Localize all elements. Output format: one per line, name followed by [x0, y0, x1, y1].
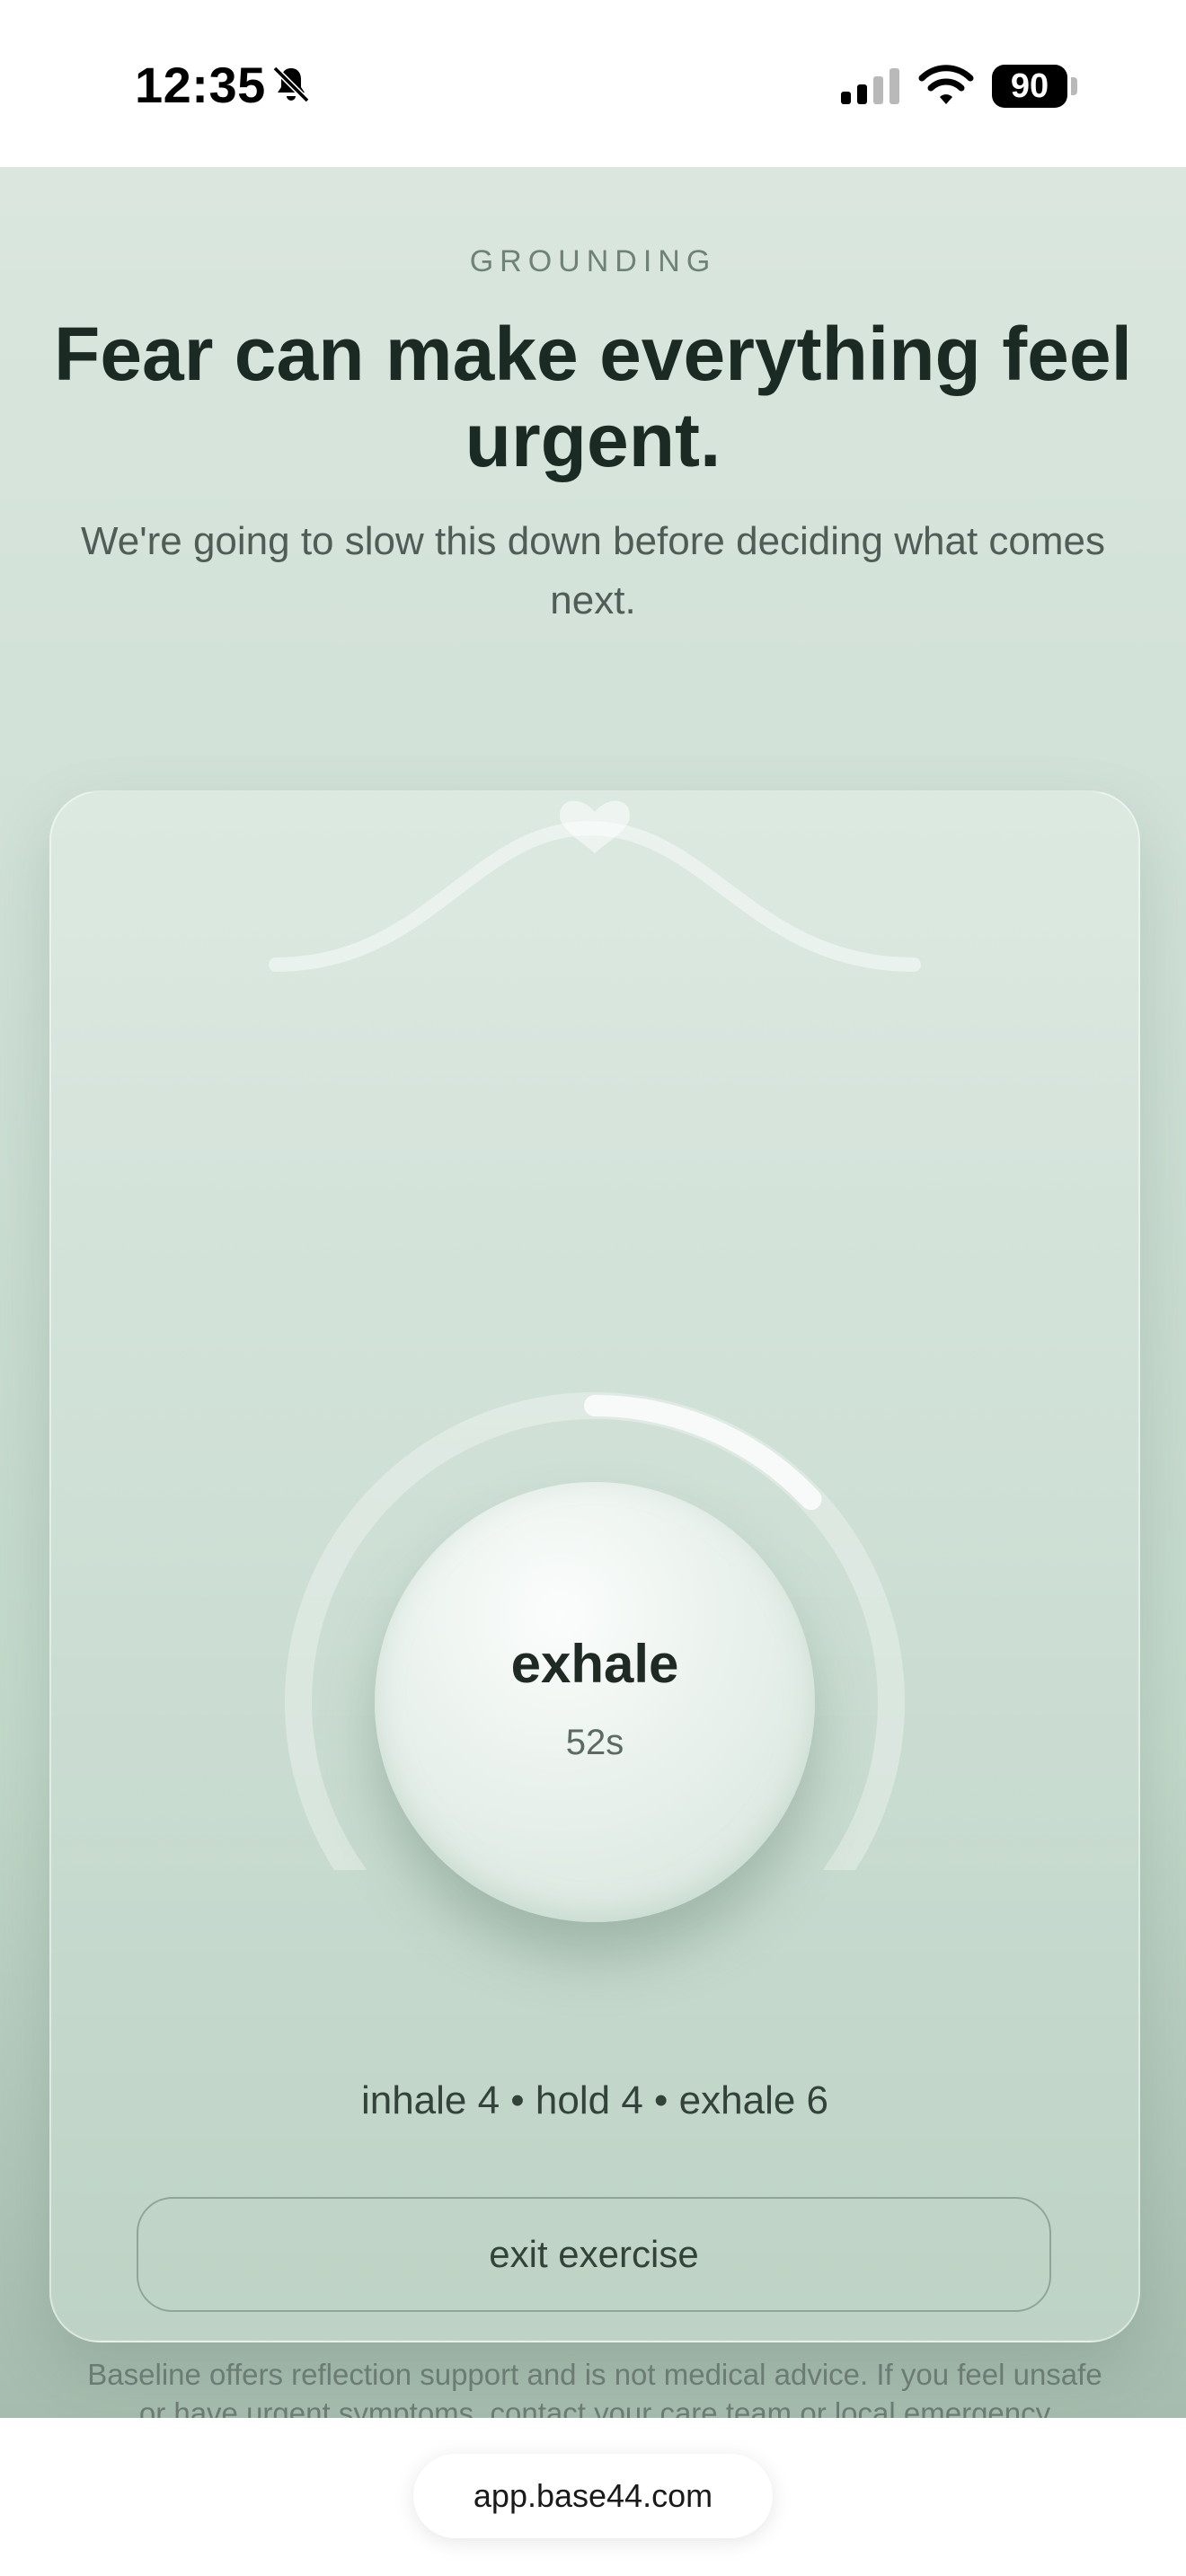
url-field[interactable]: app.base44.com — [413, 2454, 773, 2538]
bell-slash-icon — [272, 66, 310, 103]
grounding-screen: GROUNDING Fear can make everything feel … — [0, 167, 1186, 2418]
medical-disclaimer: Baseline offers reflection support and i… — [87, 2358, 1102, 2418]
cellular-signal-icon — [841, 68, 899, 104]
battery-tip — [1071, 77, 1077, 95]
page-subtitle: We're going to slow this down before dec… — [81, 519, 1105, 622]
breath-phase-label: exhale — [510, 1634, 679, 1694]
status-time: 12:35 — [135, 57, 266, 113]
status-bar: 12:35 90 — [0, 0, 1186, 167]
battery-icon: 90 — [992, 65, 1067, 108]
exit-exercise-button[interactable]: exit exercise — [137, 2197, 1051, 2312]
breathing-card: exhale 52s inhale 4 • hold 4 • exhale 6 … — [49, 790, 1140, 2418]
breath-orb: exhale 52s — [375, 1482, 815, 1922]
breath-time-remaining: 52s — [565, 1723, 624, 1762]
section-eyebrow: GROUNDING — [469, 244, 717, 278]
wifi-icon — [918, 65, 974, 104]
page-title: Fear can make everything feel urgent. — [54, 312, 1132, 482]
browser-address-bar: app.base44.com — [0, 2418, 1186, 2576]
breath-rhythm-text: inhale 4 • hold 4 • exhale 6 — [360, 2078, 829, 2122]
